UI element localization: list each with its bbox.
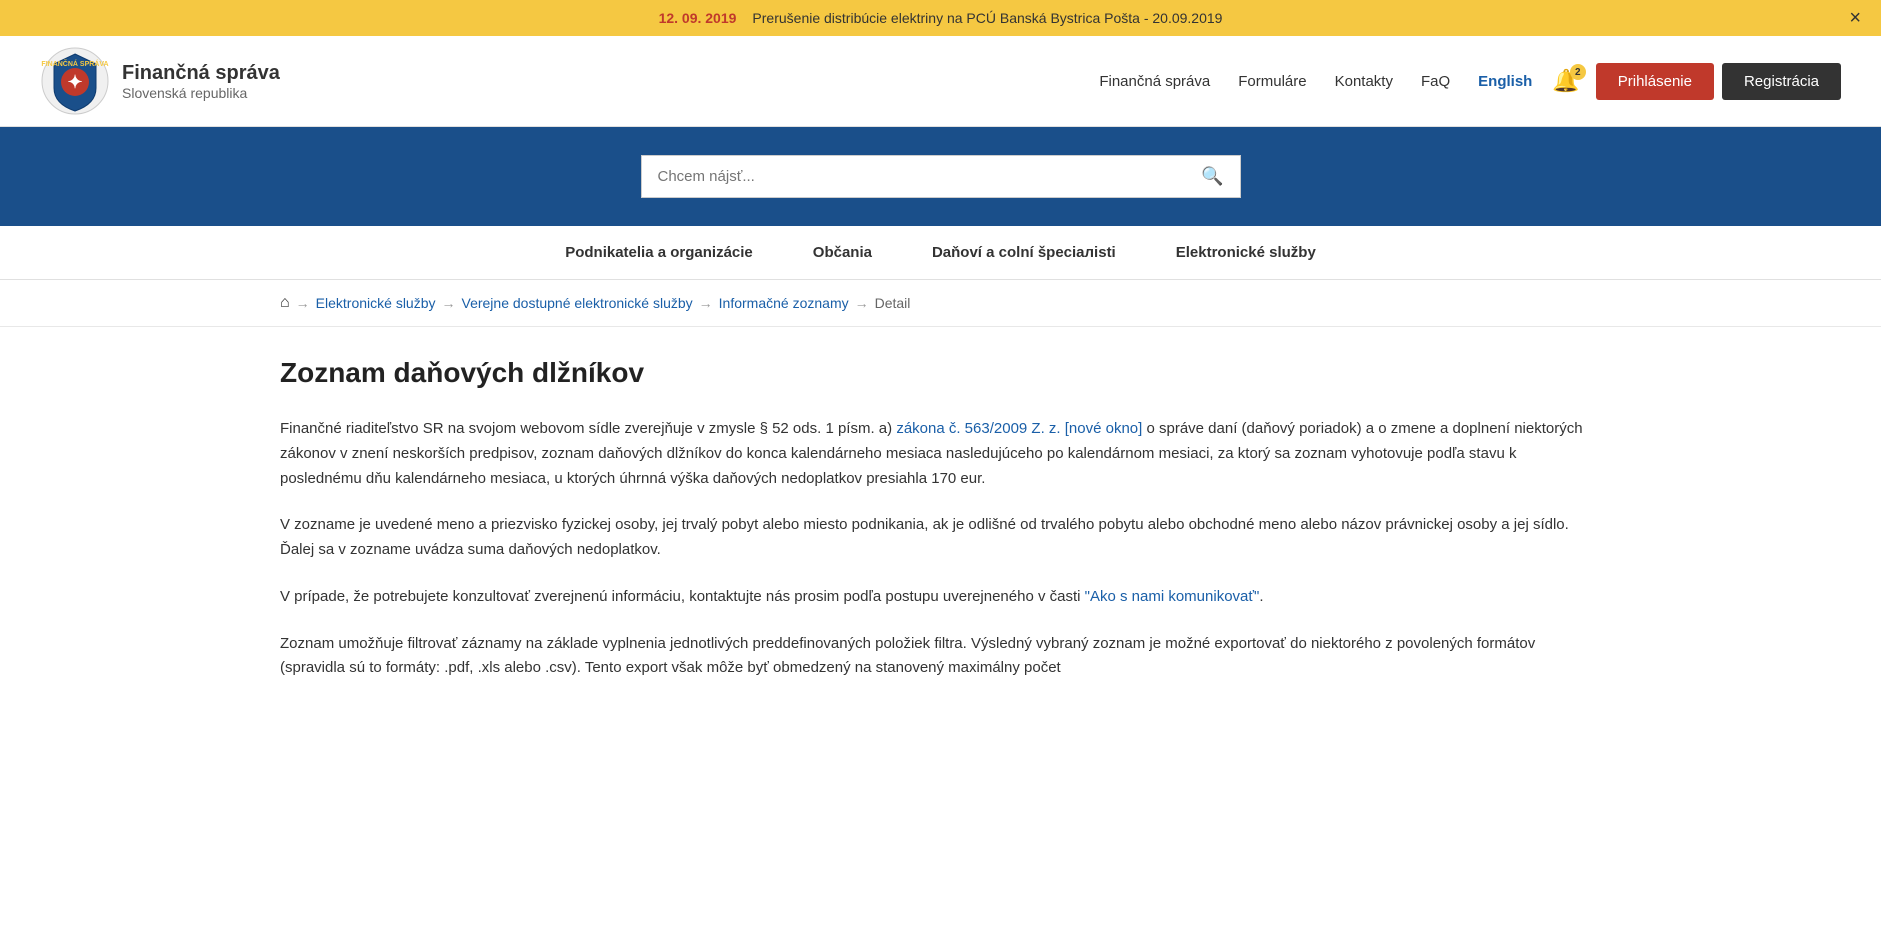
nav-obcania[interactable]: Občania <box>813 244 872 261</box>
breadcrumb: ⌂ → Elektronické služby → Verejne dostup… <box>0 280 1881 327</box>
breadcrumb-verejne-dostupne[interactable]: Verejne dostupné elektronické služby <box>462 295 693 311</box>
breadcrumb-home-icon[interactable]: ⌂ <box>280 294 290 312</box>
breadcrumb-arrow-2: → <box>442 295 456 311</box>
page-title: Zoznam daňových dlžníkov <box>280 357 1601 389</box>
notifications-button[interactable]: 🔔 2 <box>1552 68 1579 94</box>
main-navigation: Finančná správa Formuláre Kontakty FaQ E… <box>1099 73 1532 90</box>
breadcrumb-elektronicke-sluzby[interactable]: Elektronické služby <box>316 295 436 311</box>
nav-financna-sprava[interactable]: Finančná správa <box>1099 73 1210 90</box>
nav-formulare[interactable]: Formuláre <box>1238 73 1306 90</box>
nav-faq[interactable]: FaQ <box>1421 73 1450 90</box>
logo-area: ✦ FINANČNÁ SPRÁVA Finančná správa Sloven… <box>40 46 280 116</box>
breadcrumb-informacne-zoznamy[interactable]: Informačné zoznamy <box>719 295 849 311</box>
zakon-link[interactable]: zákona č. 563/2009 Z. z. [nové okno] <box>896 420 1142 437</box>
nav-podnikatelia[interactable]: Podnikatelia a organizácie <box>565 244 753 261</box>
paragraph-3: V prípade, že potrebujete konzultovať zv… <box>280 585 1601 610</box>
main-content: Zoznam daňových dlžníkov Finančné riadit… <box>0 327 1881 763</box>
announcement-bar: 12. 09. 2019 Prerušenie distribúcie elek… <box>0 0 1881 36</box>
header: ✦ FINANČNÁ SPRÁVA Finančná správa Sloven… <box>0 36 1881 127</box>
nav-kontakty[interactable]: Kontakty <box>1335 73 1393 90</box>
announcement-date: 12. 09. 2019 <box>659 10 737 26</box>
close-button[interactable]: × <box>1849 8 1861 28</box>
logo-shield-icon: ✦ FINANČNÁ SPRÁVA <box>40 46 110 116</box>
search-input[interactable] <box>641 155 1186 198</box>
nav-english[interactable]: English <box>1478 73 1532 90</box>
search-button[interactable]: 🔍 <box>1185 155 1240 198</box>
announcement-text: Prerušenie distribúcie elektriny na PCÚ … <box>752 10 1222 26</box>
login-button[interactable]: Prihlásenie <box>1596 63 1714 100</box>
p1-before-link: Finančné riaditeľstvo SR na svojom webov… <box>280 420 896 437</box>
secondary-navigation: Podnikatelia a organizácie Občania Daňov… <box>0 226 1881 280</box>
breadcrumb-detail: Detail <box>875 295 911 311</box>
notification-badge: 2 <box>1570 64 1586 80</box>
nav-elektronicke-sluzby[interactable]: Elektronické služby <box>1176 244 1316 261</box>
svg-text:FINANČNÁ SPRÁVA: FINANČNÁ SPRÁVA <box>41 59 108 68</box>
breadcrumb-arrow-4: → <box>855 295 869 311</box>
register-button[interactable]: Registrácia <box>1722 63 1841 100</box>
p3-before-link: V prípade, že potrebujete konzultovať zv… <box>280 588 1085 605</box>
search-section: 🔍 <box>0 127 1881 226</box>
paragraph-1: Finančné riaditeľstvo SR na svojom webov… <box>280 417 1601 491</box>
paragraph-4: Zoznam umožňuje filtrovať záznamy na zák… <box>280 632 1601 682</box>
logo-text: Finančná správa Slovenská republika <box>122 62 280 101</box>
svg-text:✦: ✦ <box>67 72 82 92</box>
p3-period: . <box>1259 588 1263 605</box>
komunikovat-link[interactable]: "Ako s nami komunikovať" <box>1085 588 1260 605</box>
logo-title: Finančná správa <box>122 62 280 85</box>
breadcrumb-arrow-3: → <box>699 295 713 311</box>
search-box: 🔍 <box>641 155 1241 198</box>
paragraph-2: V zozname je uvedené meno a priezvisko f… <box>280 513 1601 563</box>
nav-danovi-specialisti[interactable]: Daňoví a colní špeciалisti <box>932 244 1116 261</box>
logo-subtitle: Slovenská republika <box>122 85 280 101</box>
breadcrumb-arrow-1: → <box>296 295 310 311</box>
